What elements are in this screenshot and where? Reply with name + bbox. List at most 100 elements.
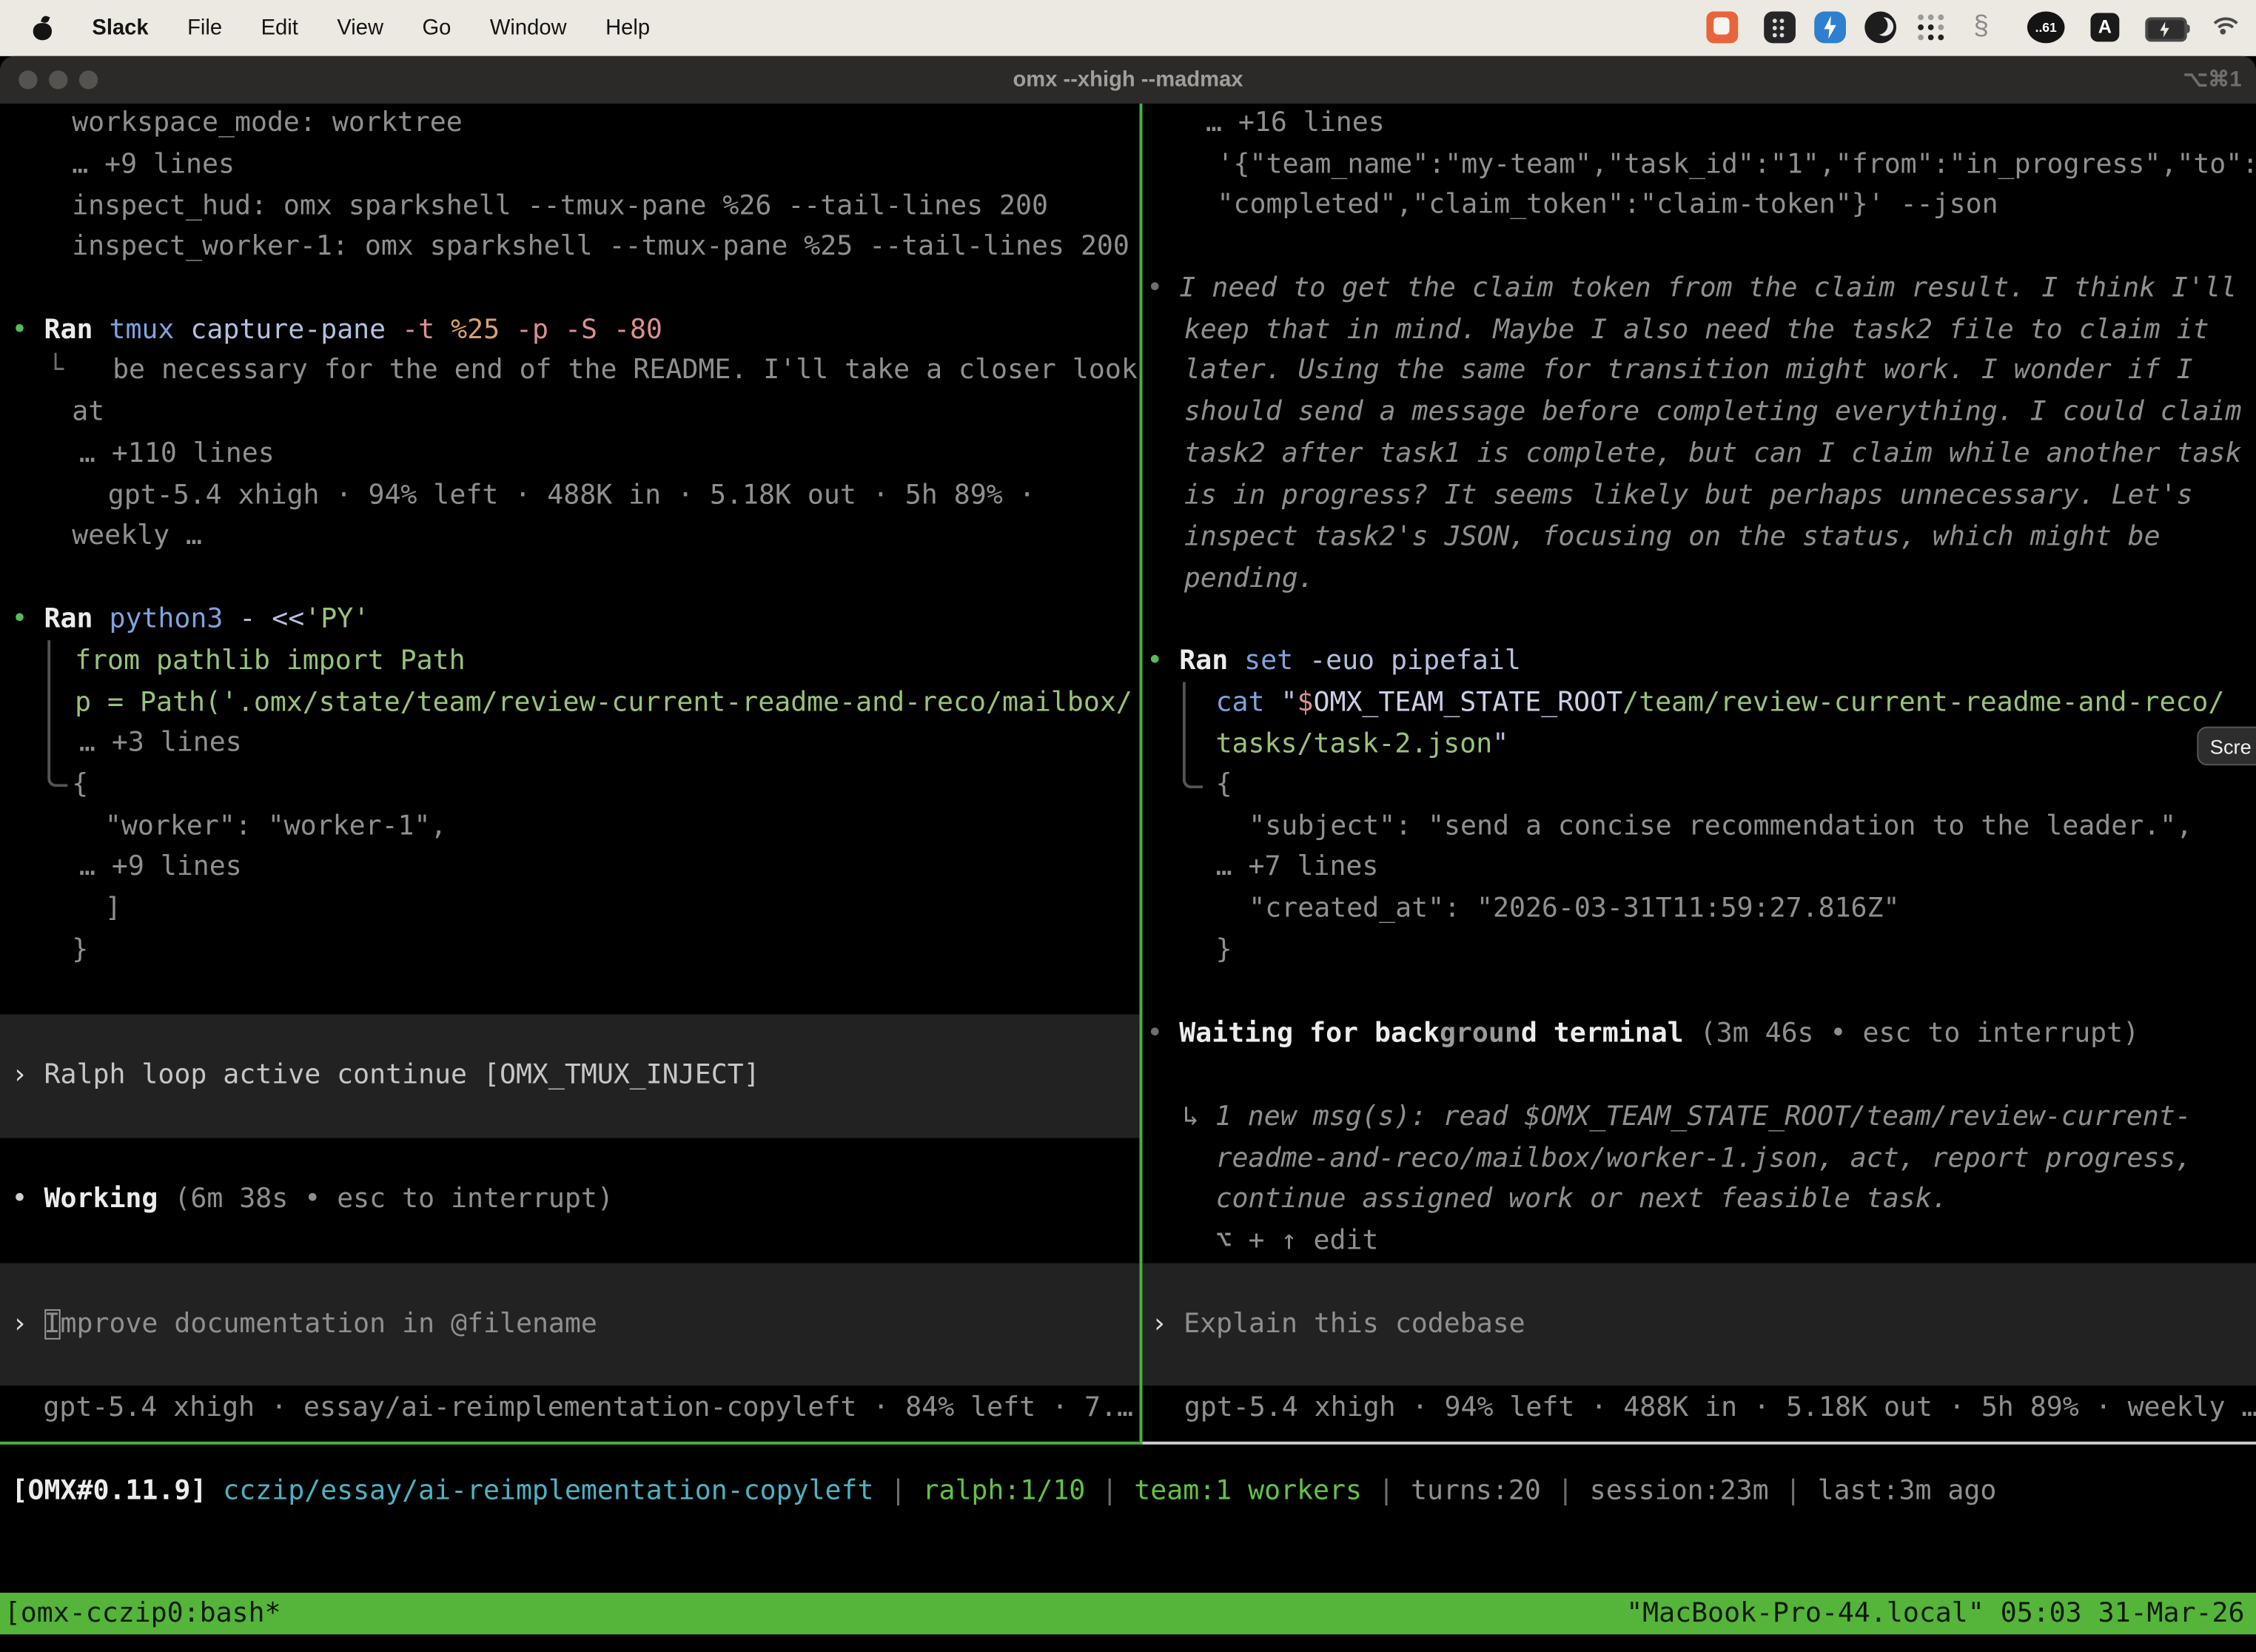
right-model-status: gpt-5.4 xhigh · 94% left · 488K in · 5.1… [1184, 1387, 2256, 1428]
terminal-line: … +7 lines [1216, 846, 1379, 887]
menu-help[interactable]: Help [605, 16, 650, 40]
menu-app-slack[interactable]: Slack [92, 16, 148, 40]
terminal-line: … +110 lines [79, 433, 275, 474]
tmux-host-clock: "MacBook-Pro-44.local" 05:03 31-Mar-26 [1626, 1593, 2244, 1634]
terminal-line: … +16 lines [1206, 102, 1385, 144]
thinking-line: is in progress? It seems likely but perh… [1184, 474, 2193, 516]
working-status-line: • Working (6m 38s • esc to interrupt) [12, 1178, 614, 1220]
ran-set-command-line: • Ran set -euo pipefail [1147, 640, 1521, 682]
bullet-icon: • [12, 1184, 28, 1215]
bullet-icon: • [1147, 273, 1163, 303]
flag-token: -80 [614, 315, 662, 346]
right-prompt-input[interactable]: › Explain this codebase [1151, 1303, 1525, 1345]
omx-status-line: [OMX#0.11.9] cczip/essay/ai-reimplementa… [12, 1471, 1997, 1512]
text-cursor: I [44, 1309, 61, 1340]
screenshot-app-icon[interactable] [1706, 12, 1738, 44]
command-token: set [1244, 646, 1293, 676]
terminal-line: ] [105, 887, 121, 929]
ran-label: Ran [44, 315, 93, 346]
terminal-line: { [72, 764, 88, 805]
ran-label: Ran [1179, 646, 1228, 676]
wifi-icon[interactable] [2209, 14, 2240, 40]
left-pane-border [0, 1442, 1140, 1445]
ran-tmux-command-line: • Ran tmux capture-pane -t %25 -p -S -80 [12, 309, 662, 351]
terminal-line: "worker": "worker-1", [105, 806, 447, 847]
edit-shortcut-hint: ⌥ + ↑ edit [1216, 1220, 1379, 1261]
input-source-icon[interactable]: A [2090, 13, 2119, 41]
right-pane-border [1142, 1442, 2256, 1445]
terminal-line: at [72, 392, 104, 433]
placeholder-text: Explain this codebase [1184, 1309, 1525, 1340]
terminal-line: "created_at": "2026-03-31T11:59:27.816Z" [1249, 887, 1899, 929]
ran-label: Ran [44, 604, 93, 634]
flag-token: -S [565, 315, 597, 346]
keypad-status-icon[interactable] [1764, 12, 1796, 44]
left-model-status: gpt-5.4 xhigh · essay/ai-reimplementatio… [43, 1387, 1133, 1428]
terminal-line: weekly … [72, 515, 202, 557]
env-var-token: OMX_TEAM_STATE_ROOT [1313, 688, 1622, 718]
thinking-line: keep that in mind. Maybe I also need the… [1184, 309, 2209, 351]
thinking-line: should send a message before completing … [1184, 392, 2242, 433]
thinking-line: inspect task2's JSON, focusing on the st… [1184, 517, 2161, 558]
terminal-line: … +3 lines [79, 722, 242, 764]
prompt-chevron-icon: › [1151, 1309, 1167, 1340]
thinking-line: • I need to get the claim token from the… [1147, 268, 2237, 309]
bullet-icon: • [1147, 646, 1163, 676]
chevron-icon: › [12, 1061, 28, 1091]
hook-status-icon[interactable]: § [1968, 12, 1994, 44]
thinking-line: later. Using the same for transition mig… [1184, 349, 2193, 391]
turns-counter: turns:20 [1411, 1476, 1541, 1506]
menu-edit[interactable]: Edit [261, 16, 298, 40]
pane-divider[interactable] [1140, 104, 1143, 1445]
last-activity: last:3m ago [1818, 1476, 1997, 1506]
apple-menu-icon[interactable] [32, 15, 53, 41]
tmux-session-window[interactable]: [omx-cczip0:bash* [4, 1593, 281, 1634]
corner-glyph: └ [47, 355, 64, 386]
flag-token: -p [516, 315, 548, 346]
prompt-chevron-icon: › [12, 1309, 28, 1340]
subcommand-token: capture-pane [190, 315, 386, 346]
cat-command-line: tasks/task-2.json" [1216, 724, 1509, 765]
lightning-status-icon[interactable] [1814, 12, 1846, 44]
cat-command-line: cat "$OMX_TEAM_STATE_ROOT/team/review-cu… [1216, 682, 2225, 723]
window-title-bar[interactable]: omx --xhigh --madmax ⌥⌘1 [0, 56, 2256, 104]
mailbox-message-line: readme-and-reco/mailbox/worker-1.json, a… [1216, 1138, 2192, 1180]
mailbox-message-line: ↳ 1 new msg(s): read $OMX_TEAM_STATE_ROO… [1183, 1096, 2192, 1138]
mailbox-message-line: continue assigned work or next feasible … [1216, 1178, 1948, 1220]
left-prompt-input[interactable]: › Improve documentation in @filename [12, 1303, 597, 1345]
thinking-line: pending. [1184, 558, 1315, 600]
thinking-line: task2 after task1 is complete, but can I… [1184, 433, 2242, 474]
arg-token: %25 [451, 315, 500, 346]
command-token: tmux [109, 315, 174, 346]
team-counter: team:1 workers [1134, 1476, 1362, 1506]
ran-python-command-line: • Ran python3 - <<'PY' [12, 599, 370, 640]
code-line: from pathlib import Path [75, 640, 466, 682]
menu-bar: Slack File Edit View Go Window Help § ..… [0, 0, 2256, 56]
terminal-line: { [1216, 764, 1232, 805]
terminal-line: } [72, 930, 88, 971]
battery-icon[interactable] [2145, 17, 2186, 41]
screenshot-thumbnail-overlay[interactable]: Scre [2197, 727, 2256, 765]
menu-go[interactable]: Go [422, 16, 451, 40]
output-connector [1183, 682, 1203, 788]
code-line: p = Path('.omx/state/team/review-current… [75, 682, 1132, 723]
dots-grid-icon[interactable] [1915, 12, 1947, 44]
command-token: cat [1216, 688, 1265, 718]
menu-view[interactable]: View [337, 16, 383, 40]
ralph-counter: ralph:1/10 [922, 1476, 1085, 1506]
branch-label: cczip/essay/ai-reimplementation-copyleft [223, 1476, 873, 1506]
waiting-status-line: • Waiting for background terminal (3m 46… [1147, 1013, 2139, 1054]
bullet-icon: • [12, 604, 28, 634]
menu-file[interactable]: File [187, 16, 222, 40]
desktop: Slack File Edit View Go Window Help § ..… [0, 0, 2256, 1652]
bullet-icon: • [1147, 1018, 1163, 1049]
tmux-status-bar[interactable]: [omx-cczip0:bash* "MacBook-Pro-44.local"… [0, 1593, 2256, 1634]
terminal-line: "completed","claim_token":"claim-token"}… [1218, 184, 1998, 226]
session-timer: session:23m [1590, 1476, 1769, 1506]
terminal-line: workspace_mode: worktree [72, 102, 463, 144]
bullet-icon: • [12, 315, 28, 346]
terminal-line: "subject": "send a concise recommendatio… [1249, 806, 2192, 847]
timer-badge-icon[interactable]: ..61 [2027, 12, 2065, 44]
menu-window[interactable]: Window [490, 16, 567, 40]
focus-moon-icon[interactable] [1864, 12, 1896, 44]
